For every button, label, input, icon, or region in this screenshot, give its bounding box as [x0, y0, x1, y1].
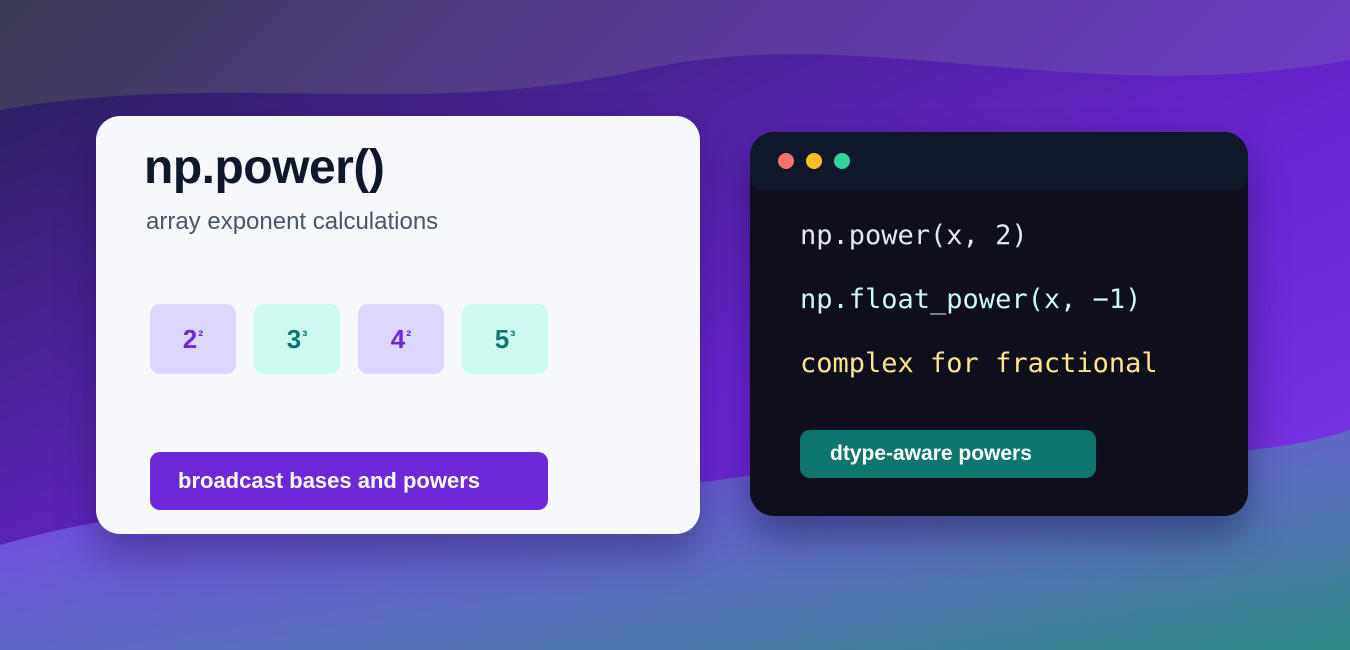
subtitle: array exponent calculations [146, 208, 439, 235]
minimize-window-dot-icon[interactable] [806, 153, 822, 169]
page-title: np.power() [144, 141, 385, 194]
exponent-chip: 2² [150, 304, 236, 374]
broadcast-button[interactable]: broadcast bases and powers [150, 452, 548, 510]
exponent-chip: 3³ [254, 304, 340, 374]
dtype-aware-button[interactable]: dtype-aware powers [800, 430, 1096, 478]
chip-base: 3 [286, 323, 302, 354]
code-line-power: np.power(x, 2) [800, 220, 1028, 251]
code-window: np.power(x, 2) np.float_power(x, −1) com… [750, 132, 1248, 516]
code-line-float-power: np.float_power(x, −1) [800, 284, 1142, 315]
exponent-chip: 4² [358, 304, 444, 374]
chip-exponent: ² [198, 327, 204, 345]
close-window-dot-icon[interactable] [778, 153, 794, 169]
chip-exponent: ³ [302, 327, 308, 345]
exponent-chip: 5³ [462, 304, 548, 374]
window-titlebar [750, 132, 1248, 190]
chip-base: 4 [390, 323, 406, 354]
maximize-window-dot-icon[interactable] [834, 153, 850, 169]
exponent-chips: 2² 3³ 4² 5³ [150, 304, 548, 374]
chip-base: 5 [494, 323, 510, 354]
chip-exponent: ² [406, 327, 412, 345]
chip-exponent: ³ [510, 327, 516, 345]
code-line-complex-note: complex for fractional [800, 348, 1158, 379]
chip-base: 2 [182, 323, 198, 354]
info-card: np.power() array exponent calculations 2… [96, 116, 700, 534]
